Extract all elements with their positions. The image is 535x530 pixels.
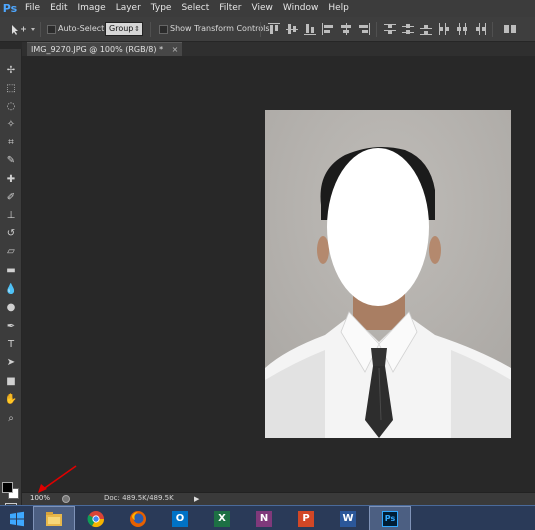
type-tool-icon[interactable]: T bbox=[3, 337, 19, 351]
auto-select-label: Auto-Select: bbox=[58, 24, 107, 33]
excel-icon: X bbox=[214, 510, 230, 527]
menu-window[interactable]: Window bbox=[278, 0, 324, 17]
outlook-icon: O bbox=[172, 510, 188, 527]
status-bar: 100% Doc: 489.5K/489.5K ▶ bbox=[22, 492, 535, 505]
path-selection-tool-icon[interactable]: ➤ bbox=[3, 355, 19, 369]
close-tab-icon[interactable]: × bbox=[172, 45, 179, 54]
distribute-vertical-center-icon[interactable] bbox=[402, 23, 414, 35]
portrait-photo-image bbox=[265, 110, 511, 438]
healing-brush-tool-icon[interactable]: ✚ bbox=[3, 172, 19, 186]
auto-select-value: Group bbox=[109, 24, 134, 33]
move-tool-icon[interactable]: ✢ bbox=[3, 63, 19, 77]
photoshop-icon: Ps bbox=[382, 510, 398, 527]
align-top-icon[interactable] bbox=[268, 23, 280, 35]
brush-tool-icon[interactable]: ✐ bbox=[3, 190, 19, 204]
gradient-tool-icon[interactable]: ▬ bbox=[3, 263, 19, 277]
blur-tool-icon[interactable]: 💧 bbox=[3, 282, 19, 296]
eraser-tool-icon[interactable]: ▱ bbox=[3, 244, 19, 258]
word-icon: W bbox=[340, 510, 356, 527]
distribute-top-icon[interactable] bbox=[384, 23, 396, 35]
windows-start-icon bbox=[9, 511, 24, 526]
distribute-right-icon[interactable] bbox=[474, 23, 486, 35]
firefox-icon bbox=[130, 510, 146, 527]
options-separator bbox=[260, 22, 261, 37]
show-transform-checkbox[interactable] bbox=[159, 25, 168, 34]
status-menu-arrow-icon[interactable]: ▶ bbox=[194, 495, 199, 503]
zoom-tool-icon[interactable]: ⌕ bbox=[3, 411, 19, 425]
taskbar-powerpoint[interactable]: P bbox=[285, 506, 327, 530]
align-bottom-icon[interactable] bbox=[304, 23, 316, 35]
rectangle-tool-icon[interactable]: ■ bbox=[3, 374, 19, 388]
distribute-left-icon[interactable] bbox=[438, 23, 450, 35]
crop-tool-icon[interactable]: ⌗ bbox=[3, 135, 19, 149]
align-horizontal-center-icon[interactable] bbox=[340, 23, 352, 35]
canvas-area[interactable] bbox=[22, 56, 535, 492]
menu-filter[interactable]: Filter bbox=[214, 0, 246, 17]
taskbar-word[interactable]: W bbox=[327, 506, 369, 530]
zoom-level-field[interactable]: 100% bbox=[30, 494, 50, 502]
menu-image[interactable]: Image bbox=[73, 0, 111, 17]
auto-align-layers-icon[interactable] bbox=[504, 23, 516, 35]
lasso-tool-icon[interactable]: ◌ bbox=[3, 99, 19, 113]
distribute-bottom-icon[interactable] bbox=[420, 23, 432, 35]
onenote-icon: N bbox=[256, 510, 272, 527]
marquee-tool-icon[interactable]: ⬚ bbox=[3, 81, 19, 95]
eyedropper-tool-icon[interactable]: ✎ bbox=[3, 153, 19, 167]
move-preset-icon bbox=[12, 25, 35, 35]
align-vertical-center-icon[interactable] bbox=[286, 23, 298, 35]
options-separator bbox=[40, 22, 41, 37]
document-size-info: Doc: 489.5K/489.5K bbox=[104, 494, 174, 502]
show-transform-label: Show Transform Controls bbox=[170, 24, 270, 33]
photoshop-logo-icon: Ps bbox=[2, 2, 18, 15]
align-left-icon[interactable] bbox=[322, 23, 334, 35]
document-tab[interactable]: IMG_9270.JPG @ 100% (RGB/8) * × bbox=[27, 42, 183, 56]
clone-stamp-tool-icon[interactable]: ⊥ bbox=[3, 208, 19, 222]
document-tab-bar: IMG_9270.JPG @ 100% (RGB/8) * × bbox=[22, 42, 535, 56]
tool-preset-picker[interactable] bbox=[8, 23, 38, 36]
menu-help[interactable]: Help bbox=[323, 0, 354, 17]
menu-select[interactable]: Select bbox=[176, 0, 214, 17]
auto-select-checkbox[interactable] bbox=[47, 25, 56, 34]
menu-view[interactable]: View bbox=[247, 0, 278, 17]
history-brush-tool-icon[interactable]: ↺ bbox=[3, 226, 19, 240]
options-separator bbox=[492, 22, 493, 37]
taskbar-photoshop[interactable]: Ps bbox=[369, 506, 411, 530]
taskbar-outlook[interactable]: O bbox=[159, 506, 201, 530]
chrome-icon bbox=[87, 510, 105, 527]
menu-file[interactable]: File bbox=[20, 0, 45, 17]
document-tab-title: IMG_9270.JPG @ 100% (RGB/8) * bbox=[31, 45, 164, 54]
menu-bar: Ps File Edit Image Layer Type Select Fil… bbox=[0, 0, 535, 17]
windows-taskbar: O X N P W Ps bbox=[0, 505, 535, 530]
pen-tool-icon[interactable]: ✒ bbox=[3, 319, 19, 333]
taskbar-file-explorer[interactable] bbox=[33, 506, 75, 530]
taskbar-onenote[interactable]: N bbox=[243, 506, 285, 530]
start-button[interactable] bbox=[0, 506, 33, 530]
menu-layer[interactable]: Layer bbox=[111, 0, 146, 17]
tools-panel: ✢ ⬚ ◌ ✧ ⌗ ✎ ✚ ✐ ⊥ ↺ ▱ ▬ 💧 ● ✒ T ➤ ■ ✋ ⌕ bbox=[0, 42, 22, 513]
powerpoint-icon: P bbox=[298, 510, 314, 527]
auto-select-dropdown[interactable]: Group ⇕ bbox=[105, 22, 143, 36]
file-explorer-icon bbox=[46, 511, 62, 526]
dropdown-arrow-icon: ⇕ bbox=[134, 25, 140, 33]
options-bar: Auto-Select: Group ⇕ Show Transform Cont… bbox=[0, 17, 535, 42]
hand-tool-icon[interactable]: ✋ bbox=[3, 392, 19, 406]
taskbar-chrome[interactable] bbox=[75, 506, 117, 530]
tools-panel-grip[interactable] bbox=[0, 42, 22, 49]
status-info-icon[interactable] bbox=[62, 495, 70, 503]
taskbar-excel[interactable]: X bbox=[201, 506, 243, 530]
distribute-horizontal-center-icon[interactable] bbox=[456, 23, 468, 35]
dodge-tool-icon[interactable]: ● bbox=[3, 300, 19, 314]
menu-type[interactable]: Type bbox=[146, 0, 177, 17]
document-image[interactable] bbox=[265, 110, 511, 438]
align-right-icon[interactable] bbox=[358, 23, 370, 35]
foreground-color-swatch[interactable] bbox=[2, 482, 13, 493]
magic-wand-tool-icon[interactable]: ✧ bbox=[3, 117, 19, 131]
options-separator bbox=[150, 22, 151, 37]
taskbar-firefox[interactable] bbox=[117, 506, 159, 530]
menu-edit[interactable]: Edit bbox=[45, 0, 72, 17]
options-separator bbox=[376, 22, 377, 37]
